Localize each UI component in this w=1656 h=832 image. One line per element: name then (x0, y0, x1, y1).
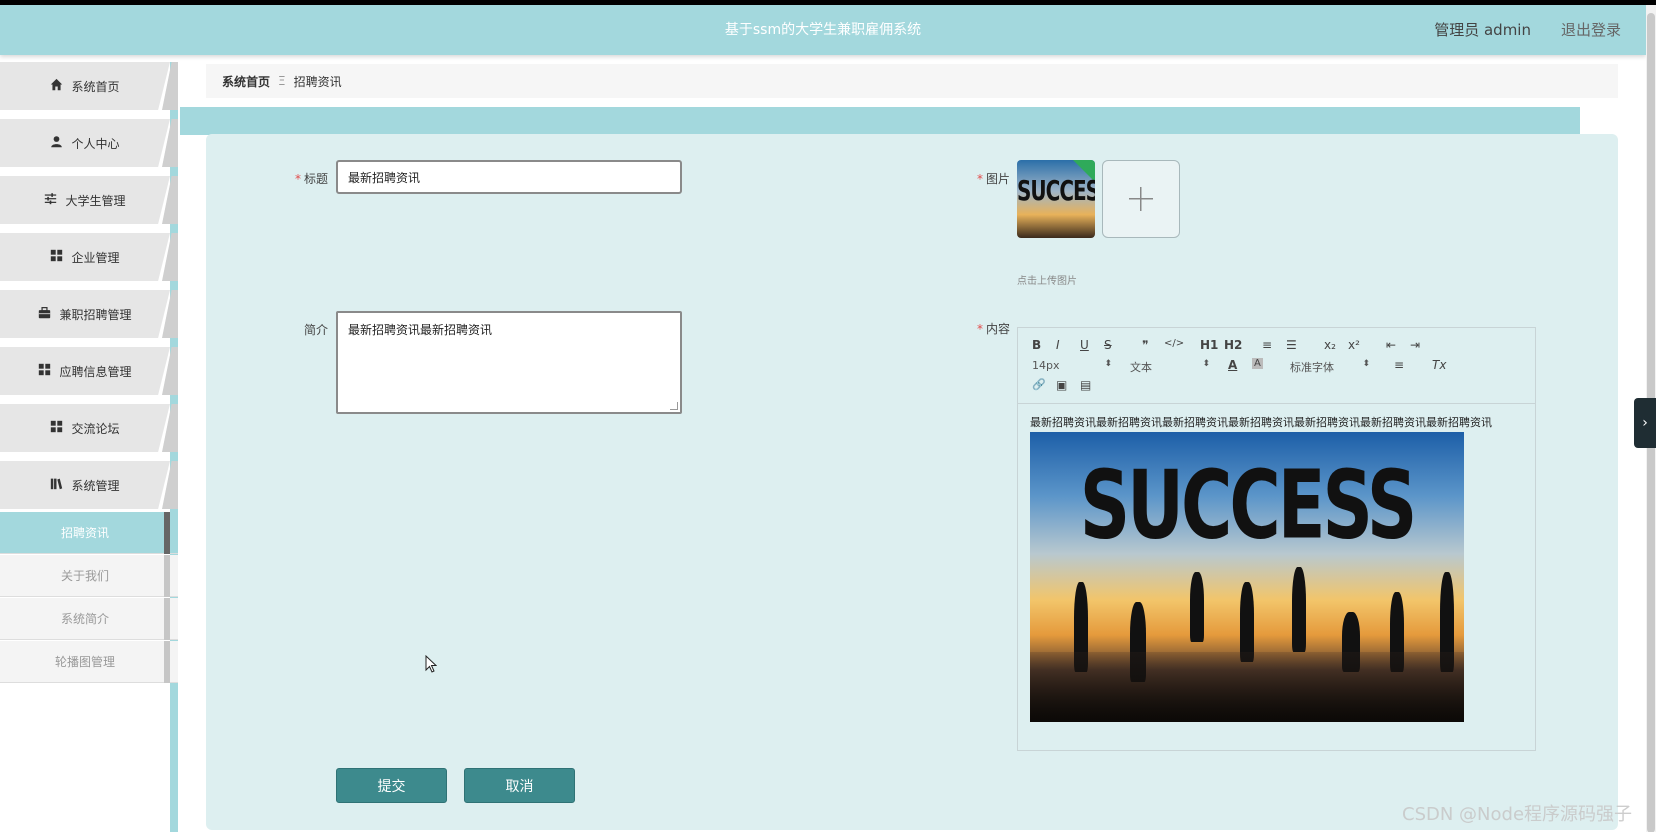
content-image-word: SUCCESS (1079, 449, 1418, 561)
sidebar-item-label: 兼职招聘管理 (59, 307, 132, 322)
title-input[interactable]: 最新招聘资讯 (336, 160, 682, 194)
sidebar-item-profile[interactable]: 个人中心 (0, 119, 178, 167)
grid-icon (50, 420, 63, 436)
image-icon[interactable]: ▣ (1056, 378, 1067, 392)
sidebar-item-applications[interactable]: 应聘信息管理 (0, 347, 178, 395)
submenu-item-about[interactable]: 关于我们 (0, 555, 178, 597)
watermark: CSDN @Node程序源码强子 (1402, 804, 1633, 825)
app-title: 基于ssm的大学生兼职雇佣系统 (724, 22, 922, 38)
select-arrow-icon: ⬍ (1104, 359, 1112, 369)
submenu-item-label: 系统简介 (60, 612, 109, 626)
image-label: * 图片 (976, 172, 1010, 186)
italic-button[interactable]: I (1056, 338, 1060, 352)
sidebar-item-label: 个人中心 (71, 136, 120, 151)
editor-toolbar: B I U S ❞ </> H1 H2 ≡ ☰ x₂ x² ⇤ ⇥ 14px ⬍ … (1018, 328, 1535, 404)
outdent-icon[interactable]: ⇤ (1386, 338, 1396, 352)
current-user: 管理员 admin (1434, 21, 1531, 39)
sidebar-item-home[interactable]: 系统首页 (0, 62, 178, 110)
sidebar-item-label: 系统管理 (71, 478, 120, 493)
app-header: 基于ssm的大学生兼职雇佣系统 管理员 admin 退出登录 (0, 5, 1646, 55)
select-arrow-icon: ⬍ (1202, 359, 1210, 369)
breadcrumb-separator: Ξ (278, 74, 286, 88)
rich-text-editor[interactable]: B I U S ❞ </> H1 H2 ≡ ☰ x₂ x² ⇤ ⇥ 14px ⬍ … (1017, 327, 1536, 751)
content-label: * 内容 (976, 322, 1010, 336)
submenu-item-label: 关于我们 (60, 569, 109, 583)
briefcase-icon (38, 306, 51, 322)
video-icon[interactable]: ▤ (1080, 378, 1091, 392)
superscript-button[interactable]: x² (1348, 338, 1360, 352)
sidebar: 系统首页 个人中心 大学生管理 企业管理 兼职招聘管理 应聘信息管理 交流论坛 … (0, 62, 178, 832)
clear-format-icon[interactable]: Tx (1432, 358, 1446, 372)
sidebar-item-label: 应聘信息管理 (59, 364, 132, 379)
underline-button[interactable]: U (1080, 338, 1089, 352)
library-icon (50, 477, 63, 493)
bullet-list-icon[interactable]: ☰ (1286, 338, 1297, 352)
sidebar-item-companies[interactable]: 企业管理 (0, 233, 178, 281)
logout-link[interactable]: 退出登录 (1561, 5, 1621, 55)
breadcrumb-home[interactable]: 系统首页 (222, 73, 270, 90)
align-icon[interactable]: ≡ (1394, 358, 1404, 372)
breadcrumb: 系统首页 Ξ 招聘资讯 (206, 64, 1618, 98)
sidebar-item-label: 企业管理 (71, 250, 120, 265)
submenu-item-intro[interactable]: 系统简介 (0, 598, 178, 640)
upload-hint: 点击上传图片 (1017, 276, 1077, 287)
sliders-icon (44, 192, 57, 208)
code-icon[interactable]: </> (1164, 338, 1184, 349)
sidebar-item-forum[interactable]: 交流论坛 (0, 404, 178, 452)
home-icon (50, 78, 63, 94)
strikethrough-button[interactable]: S (1104, 338, 1112, 352)
upload-image-button[interactable] (1102, 160, 1180, 238)
sidebar-item-system[interactable]: 系统管理 (0, 461, 178, 509)
submenu-item-label: 轮播图管理 (54, 655, 115, 669)
person-icon (50, 135, 63, 151)
uploaded-image-thumbnail[interactable]: SUCCESS (1017, 160, 1095, 238)
sidebar-item-label: 交流论坛 (71, 421, 120, 436)
summary-label: 简介 (303, 323, 328, 337)
resize-handle[interactable] (670, 402, 678, 410)
font-color-icon[interactable]: A (1228, 358, 1237, 372)
bold-button[interactable]: B (1032, 338, 1041, 352)
grid-icon (38, 363, 51, 379)
indent-icon[interactable]: ⇥ (1410, 338, 1420, 352)
editor-content-text: 最新招聘资讯最新招聘资讯最新招聘资讯最新招聘资讯最新招聘资讯最新招聘资讯最新招聘… (1030, 416, 1492, 429)
title-label: * 标题 (294, 172, 328, 186)
plus-icon (1129, 187, 1153, 211)
editor-content-image: SUCCESS (1030, 432, 1464, 722)
thumbnail-word: SUCCESS (1017, 173, 1095, 207)
select-arrow-icon: ⬍ (1362, 359, 1370, 369)
grid-icon (50, 249, 63, 265)
submenu-item-carousel[interactable]: 轮播图管理 (0, 641, 178, 683)
heading2-button[interactable]: H2 (1224, 338, 1242, 352)
heading1-button[interactable]: H1 (1200, 338, 1218, 352)
summary-textarea[interactable]: 最新招聘资讯最新招聘资讯 (336, 311, 682, 414)
mouse-cursor-icon (425, 655, 437, 673)
submenu-item-recruit-news[interactable]: 招聘资讯 (0, 512, 178, 554)
breadcrumb-current: 招聘资讯 (293, 74, 342, 89)
font-family-select[interactable]: 标准字体 ⬍ (1290, 359, 1370, 375)
header-band (180, 107, 1580, 135)
submit-button[interactable]: 提交 (336, 768, 447, 803)
text-type-select[interactable]: 文本 ⬍ (1130, 359, 1210, 375)
ordered-list-icon[interactable]: ≡ (1262, 338, 1272, 352)
sidebar-item-label: 系统首页 (71, 79, 120, 94)
submenu-item-label: 招聘资讯 (60, 526, 109, 540)
sidebar-item-label: 大学生管理 (65, 193, 126, 208)
background-color-icon[interactable]: A (1252, 358, 1263, 369)
side-tab-expand[interactable]: › (1634, 398, 1656, 448)
summary-text: 最新招聘资讯最新招聘资讯 (348, 323, 493, 337)
subscript-button[interactable]: x₂ (1324, 338, 1336, 352)
quote-icon[interactable]: ❞ (1142, 338, 1148, 352)
sidebar-item-jobs[interactable]: 兼职招聘管理 (0, 290, 178, 338)
cancel-button[interactable]: 取消 (464, 768, 575, 803)
font-size-select[interactable]: 14px ⬍ (1032, 359, 1112, 372)
link-icon[interactable]: 🔗 (1032, 378, 1046, 391)
sidebar-item-students[interactable]: 大学生管理 (0, 176, 178, 224)
